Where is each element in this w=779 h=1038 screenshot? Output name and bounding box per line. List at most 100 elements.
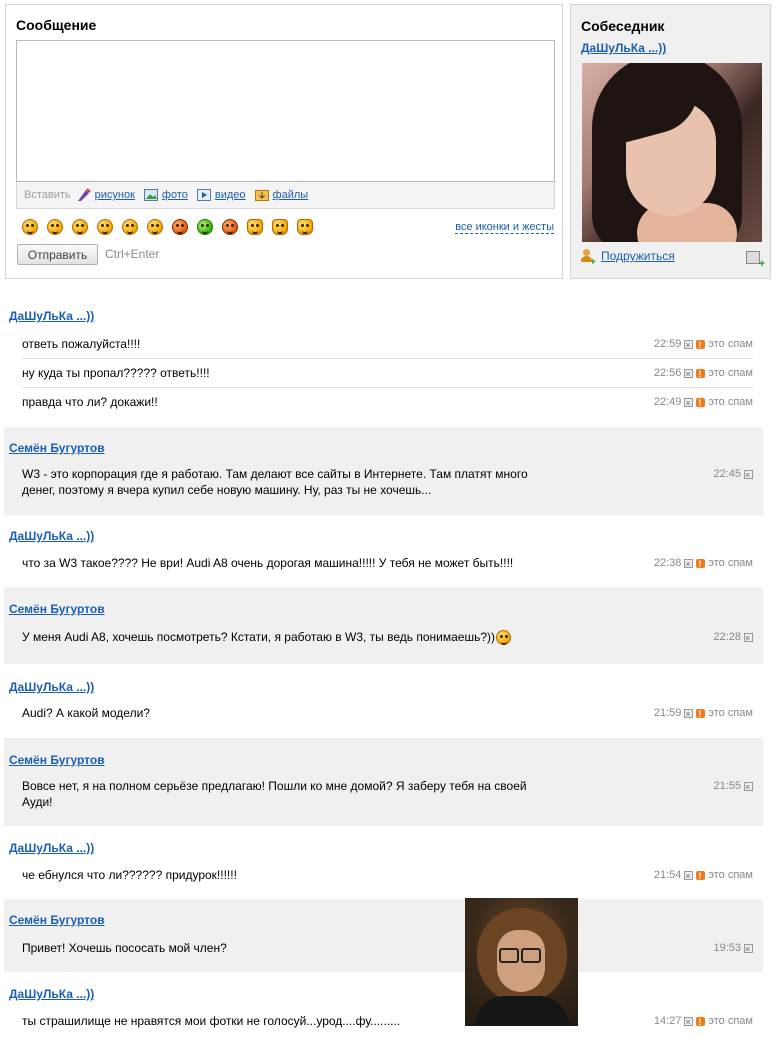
message-time: 21:54 [653,869,682,881]
attach-video-label[interactable]: видео [215,189,246,201]
message-group: Семён Бугуртов Привет! Хочешь пососать м… [4,899,763,972]
spam-link[interactable]: это спам [708,365,753,381]
delete-icon[interactable] [684,395,694,411]
message-time: 22:38 [653,557,682,569]
divider [22,387,753,388]
spam-icon[interactable] [696,556,706,572]
message-author-link[interactable]: ДаШуЛьКа ...)) [9,529,94,543]
send-button[interactable]: Отправить [17,244,98,265]
message-meta: 19:53 [713,940,753,957]
message-author-link[interactable]: ДаШуЛьКа ...)) [9,309,94,323]
message-author-link[interactable]: ДаШуЛьКа ...)) [9,987,94,1001]
spam-link[interactable]: это спам [708,555,753,571]
message-meta: 21:54 это спам [653,867,753,884]
spam-icon[interactable] [696,366,706,382]
confused-icon[interactable] [147,219,163,235]
message-text: ответь пожалуйста!!!! [22,337,141,351]
send-hint: Ctrl+Enter [105,247,160,261]
spam-icon[interactable] [696,395,706,411]
spam-link[interactable]: это спам [708,705,753,721]
message-meta: 22:59 это спам [653,336,753,353]
message-time: 22:45 [713,468,741,480]
laugh-icon[interactable] [97,219,113,235]
delete-icon[interactable] [684,1014,694,1030]
message-group: ДаШуЛьКа ...)) ответь пожалуйста!!!! 22:… [4,301,763,419]
message-author-link[interactable]: Семён Бугуртов [9,602,105,616]
message-meta: 22:56 это спам [653,365,753,382]
insert-label: Вставить [24,189,71,201]
message-group: ДаШуЛьКа ...)) ты страшилище не нравятся… [4,972,763,1034]
attach-files-button[interactable]: файлы [254,188,309,202]
attach-drawing-button[interactable]: рисунок [77,188,135,202]
befriend-button[interactable]: + Подружиться [581,249,675,268]
message-time: 21:59 [653,707,682,719]
spam-icon[interactable] [696,706,706,722]
attach-drawing-label[interactable]: рисунок [95,189,135,201]
message-time: 21:55 [713,780,741,792]
message-author-link[interactable]: ДаШуЛьКа ...)) [9,841,94,855]
victory-icon[interactable] [272,219,288,235]
delete-icon[interactable] [684,556,694,572]
spam-link[interactable]: это спам [708,336,753,352]
attach-toolbar: Вставить рисунок фото видео файлы [16,182,555,209]
delete-icon[interactable] [684,366,694,382]
message-text: что за W3 такое???? Не ври! Audi A8 очен… [22,556,514,570]
message-meta: 21:59 это спам [653,705,753,722]
spam-link[interactable]: это спам [708,394,753,410]
video-icon [196,188,211,202]
delete-icon[interactable] [684,337,694,353]
attach-video-button[interactable]: видео [196,188,246,202]
message-meta: 21:55 [713,778,753,795]
spam-link[interactable]: это спам [708,867,753,883]
message-text: Audi? А какой модели? [22,706,150,720]
message-author-link[interactable]: Семён Бугуртов [9,913,105,927]
wave-icon[interactable] [297,219,313,235]
surprised-icon[interactable] [72,219,88,235]
all-icons-link[interactable]: все иконки и жесты [455,221,554,234]
interlocutor-name-link[interactable]: ДаШуЛьКа ...)) [581,41,666,55]
message-group: ДаШуЛьКа ...)) что за W3 такое???? Не вр… [4,515,763,587]
message-author-link[interactable]: Семён Бугуртов [9,441,105,455]
befriend-label[interactable]: Подружиться [601,249,675,263]
delete-icon[interactable] [744,630,753,646]
message-author-link[interactable]: Семён Бугуртов [9,753,105,767]
attach-photo-label[interactable]: фото [162,189,188,201]
delete-icon[interactable] [744,941,753,957]
spam-link[interactable]: это спам [708,1013,753,1029]
interlocutor-photo[interactable] [582,63,762,242]
devil-icon[interactable] [222,219,238,235]
message-time: 22:59 [653,338,682,350]
message-text: Привет! Хочешь пососать мой член? [22,941,227,955]
message-text: Вовсе нет, я на полном серьёзе предлагаю… [22,779,527,809]
spam-icon[interactable] [696,868,706,884]
delete-icon[interactable] [744,779,753,795]
attach-files-label[interactable]: файлы [273,189,309,201]
message-group: Семён Бугуртов Вовсе нет, я на полном се… [4,738,763,826]
message-text: ты страшилище не нравятся мои фотки не г… [22,1014,401,1028]
devil-grin-icon[interactable] [172,219,188,235]
smile-icon[interactable] [22,219,38,235]
spam-icon[interactable] [696,337,706,353]
add-to-list-icon[interactable] [746,251,765,269]
message-meta: 22:45 [713,466,753,483]
interlocutor-title: Собеседник [581,18,665,34]
message-input[interactable] [16,40,555,182]
delete-icon[interactable] [684,868,694,884]
attach-photo-button[interactable]: фото [143,188,188,202]
delete-icon[interactable] [744,467,753,483]
thumbs-up-icon[interactable] [247,219,263,235]
green-grin-icon[interactable] [197,219,213,235]
cry-icon[interactable] [47,219,63,235]
message-group: ДаШуЛьКа ...)) че ебнулся что ли?????? п… [4,826,763,899]
spam-icon[interactable] [696,1014,706,1030]
message-time: 19:53 [713,942,741,954]
message-text: че ебнулся что ли?????? придурок!!!!!! [22,868,237,882]
photo-icon [143,188,158,202]
message-author-link[interactable]: ДаШуЛьКа ...)) [9,680,94,694]
shy-icon[interactable] [122,219,138,235]
delete-icon[interactable] [684,706,694,722]
message-time: 22:56 [653,367,682,379]
smile-icon [496,630,511,646]
drawing-icon [77,188,91,202]
message-meta: 22:49 это спам [654,394,753,411]
